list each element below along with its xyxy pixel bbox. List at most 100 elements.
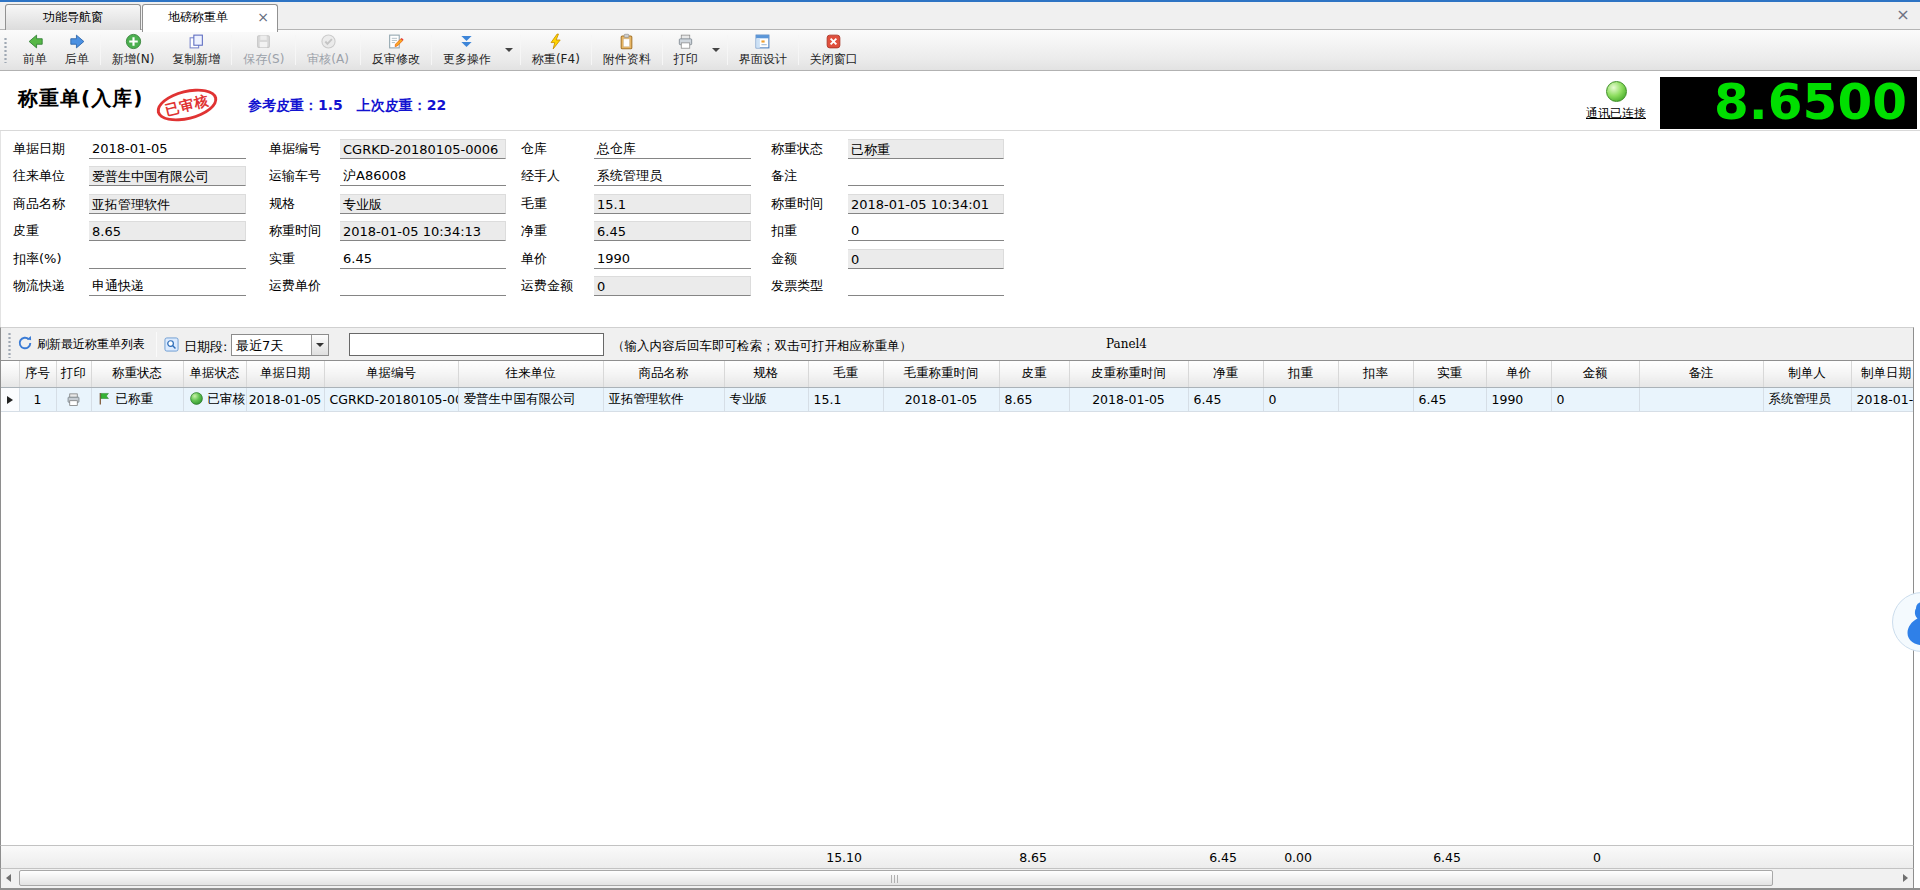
closewin-button[interactable]: 关闭窗口: [801, 31, 867, 69]
col-header-gross_time[interactable]: 毛重称重时间: [883, 361, 999, 387]
form-field-商品名称: 亚拓管理软件: [89, 194, 246, 214]
form-field-扣重[interactable]: 0: [848, 221, 1004, 241]
cell-tare: 8.65: [999, 387, 1069, 411]
toolbar-grip: [4, 37, 7, 63]
col-header-print[interactable]: 打印: [56, 361, 91, 387]
col-header-doc_no[interactable]: 单据编号: [324, 361, 458, 387]
weigh-button[interactable]: 称重(F4): [523, 31, 589, 69]
more-button[interactable]: 更多操作: [434, 31, 500, 69]
design-button[interactable]: 界面设计: [730, 31, 796, 69]
form-field-备注[interactable]: [848, 166, 1004, 186]
col-header-doc_status[interactable]: 单据状态: [183, 361, 246, 387]
print-row-icon[interactable]: [66, 392, 81, 407]
tab-strip: 功能导航窗 地磅称重单× ×: [0, 2, 1920, 30]
col-header-date[interactable]: 单据日期: [246, 361, 324, 387]
form-label: 商品名称: [13, 195, 89, 213]
separator: [156, 332, 157, 357]
col-header-gross[interactable]: 毛重: [808, 361, 883, 387]
col-header-actual[interactable]: 实重: [1413, 361, 1486, 387]
app-window: 功能导航窗 地磅称重单× × 前单后单新增(N)复制新增保存(S)审核(A)反审…: [0, 0, 1920, 890]
window-close-icon[interactable]: ×: [1894, 6, 1912, 24]
col-header-partner[interactable]: 往来单位: [458, 361, 603, 387]
horizontal-scrollbar[interactable]: [0, 869, 1914, 888]
form-field-运输车号[interactable]: 沪A86008: [340, 166, 506, 186]
form-field-实重[interactable]: 6.45: [340, 249, 506, 269]
cell-amount: 0: [1551, 387, 1639, 411]
next-button[interactable]: 后单: [56, 31, 98, 69]
panel4-label: Panel4: [1106, 337, 1147, 351]
cell-net: 6.45: [1188, 387, 1263, 411]
new-button[interactable]: 新增(N): [103, 31, 163, 69]
form-field-物流快递[interactable]: 申通快递: [89, 276, 246, 296]
form-field-运费单价[interactable]: [340, 276, 506, 296]
form-field-发票类型[interactable]: [848, 276, 1004, 296]
cell-print: [56, 387, 91, 411]
col-header-product[interactable]: 商品名称: [603, 361, 724, 387]
print-button[interactable]: 打印: [665, 31, 707, 69]
next-icon: [69, 33, 86, 50]
col-header-deduct[interactable]: 扣重: [1263, 361, 1338, 387]
form-field-经手人[interactable]: 系统管理员: [594, 166, 751, 186]
col-header-amount[interactable]: 金额: [1551, 361, 1639, 387]
form-label: 运费金额: [521, 277, 594, 295]
cell-spec: 专业版: [724, 387, 808, 411]
col-header-tare[interactable]: 皮重: [999, 361, 1069, 387]
form-label: 净重: [521, 222, 594, 240]
date-range-select[interactable]: 最近7天: [231, 334, 329, 356]
recent-weighing-grid: 序号打印称重状态单据状态单据日期单据编号往来单位商品名称规格毛重毛重称重时间皮重…: [0, 361, 1914, 888]
form-field-往来单位: 爱普生中国有限公司: [89, 166, 246, 186]
combo-dropdown-icon[interactable]: [311, 335, 328, 355]
form-field-单据日期[interactable]: 2018-01-05: [89, 139, 246, 159]
scroll-right-icon[interactable]: [1903, 874, 1908, 882]
form-field-仓库[interactable]: 总仓库: [594, 139, 751, 159]
form-label: 称重时间: [269, 222, 340, 240]
prev-button[interactable]: 前单: [14, 31, 56, 69]
cell-gross: 15.1: [808, 387, 883, 411]
cell-tare_time: 2018-01-05: [1069, 387, 1188, 411]
cell-marker: [1, 387, 19, 411]
messenger-bubble-icon[interactable]: [1892, 592, 1920, 652]
new-icon: [125, 33, 142, 50]
search-input[interactable]: [349, 333, 604, 356]
col-header-weigh_status[interactable]: 称重状态: [91, 361, 183, 387]
copynew-button[interactable]: 复制新增: [163, 31, 229, 69]
col-header-spec[interactable]: 规格: [724, 361, 808, 387]
print-dropdown-icon[interactable]: [707, 31, 725, 69]
col-header-remark[interactable]: 备注: [1639, 361, 1763, 387]
col-header-creator[interactable]: 制单人: [1763, 361, 1851, 387]
col-header-tare_time[interactable]: 皮重称重时间: [1069, 361, 1188, 387]
form-label: 单价: [521, 250, 594, 268]
form-label: 实重: [269, 250, 340, 268]
tab-close-icon[interactable]: ×: [257, 5, 269, 29]
separator: [360, 35, 361, 65]
form-field-单据编号: CGRKD-20180105-0006: [340, 139, 506, 159]
form-field-单价[interactable]: 1990: [594, 249, 751, 269]
unaudit-button[interactable]: 反审修改: [363, 31, 429, 69]
more-dropdown-icon[interactable]: [500, 31, 518, 69]
separator: [798, 35, 799, 65]
form-label: 单据编号: [269, 140, 340, 158]
tab-function-nav[interactable]: 功能导航窗: [5, 4, 141, 30]
col-header-seq[interactable]: 序号: [19, 361, 56, 387]
attach-button[interactable]: 附件资料: [594, 31, 660, 69]
tab-weighbridge-doc[interactable]: 地磅称重单×: [142, 4, 278, 32]
scrollbar-thumb[interactable]: [19, 870, 1773, 886]
unaudit-icon: [387, 33, 404, 50]
cell-date: 2018-01-05: [246, 387, 324, 411]
separator: [100, 35, 101, 65]
col-header-net[interactable]: 净重: [1188, 361, 1263, 387]
form-field-皮重: 8.65: [89, 221, 246, 241]
weigh-icon: [547, 33, 564, 50]
col-header-price[interactable]: 单价: [1486, 361, 1551, 387]
cell-gross_time: 2018-01-05: [883, 387, 999, 411]
audit-button: 审核(A): [298, 31, 358, 69]
col-header-create_date[interactable]: 制单日期: [1851, 361, 1914, 387]
scroll-left-icon[interactable]: [6, 874, 11, 882]
col-header-deduct_rate[interactable]: 扣率: [1338, 361, 1413, 387]
refresh-list-button[interactable]: 刷新最近称重单列表: [17, 328, 145, 361]
table-row[interactable]: 1已称重已审核2018-01-05CGRKD-20180105-0006爱普生中…: [1, 387, 1914, 411]
separator: [727, 35, 728, 65]
col-header-marker[interactable]: [1, 361, 19, 387]
form-field-扣率(%)[interactable]: [89, 249, 246, 269]
document-header: 称重单(入库) 已审核 参考皮重：1.5上次皮重：22 通讯已连接 8.6500: [0, 71, 1920, 131]
